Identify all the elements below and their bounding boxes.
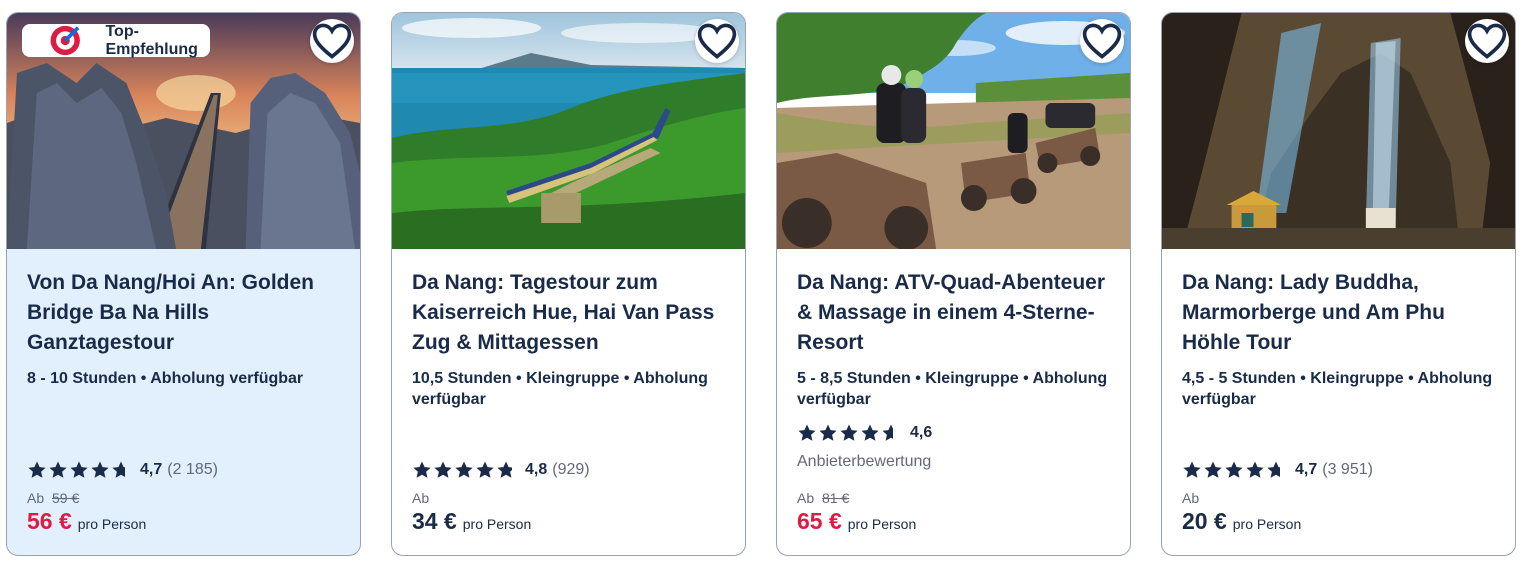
activity-meta: 8 - 10 Stunden • Abholung verfügbar (27, 370, 304, 387)
price-from: Ab (412, 490, 429, 506)
activity-image-golden-bridge[interactable]: Top-Empfehlung (7, 13, 360, 249)
price-from: Ab 81 € (797, 490, 849, 506)
rating-score: 4,7 (140, 461, 163, 478)
review-count: (929) (552, 461, 590, 478)
star-icon (70, 461, 88, 478)
activity-image-hai-van-train[interactable] (392, 13, 745, 249)
star-icon (413, 461, 431, 478)
star-rating (1182, 460, 1286, 480)
star-rating (412, 460, 516, 480)
price-amount: 65 € (797, 508, 842, 534)
heart-icon (312, 23, 352, 59)
star-icon (28, 461, 46, 478)
star-icon (882, 424, 893, 441)
star-rating (797, 423, 901, 443)
rating: 4,7 (2 185) (27, 460, 218, 480)
price-per: pro Person (77, 516, 147, 532)
activity-meta: 5 - 8,5 Stunden • Kleingruppe • Abholung… (797, 370, 1108, 408)
activity-meta: 4,5 - 5 Stunden • Kleingruppe • Abholung… (1182, 370, 1493, 408)
from-label: Ab (1182, 490, 1200, 506)
activity-card[interactable]: Da Nang: Tagestour zum Kaiserreich Hue, … (391, 12, 746, 556)
wishlist-button[interactable] (695, 19, 739, 63)
badge-label: Top-Empfehlung (105, 22, 198, 58)
star-icon (434, 461, 452, 478)
price-from: Ab 59 € (27, 490, 79, 506)
price: 34 € pro Person (412, 508, 531, 535)
activity-title[interactable]: Da Nang: Tagestour zum Kaiserreich Hue, … (412, 268, 727, 358)
star-rating (27, 460, 131, 480)
activity-card[interactable]: Da Nang: Lady Buddha, Marmorberge und Am… (1161, 12, 1516, 556)
star-icon (112, 461, 125, 478)
star-icon (476, 461, 494, 478)
activity-card[interactable]: Top-Empfehlung Von Da Nang/Hoi An: Golde… (6, 12, 361, 556)
target-icon (50, 25, 80, 56)
price-amount: 56 € (27, 508, 72, 534)
rating-score: 4,6 (910, 424, 933, 441)
activity-card-row: Top-Empfehlung Von Da Nang/Hoi An: Golde… (0, 0, 1521, 565)
activity-title[interactable]: Von Da Nang/Hoi An: Golden Bridge Ba Na … (27, 268, 342, 358)
star-icon (819, 424, 837, 441)
activity-card[interactable]: Da Nang: ATV-Quad-Abenteuer & Massage in… (776, 12, 1131, 556)
rating-score: 4,7 (1295, 461, 1318, 478)
price: 56 € pro Person (27, 508, 146, 535)
activity-title[interactable]: Da Nang: Lady Buddha, Marmorberge und Am… (1182, 268, 1497, 358)
wishlist-button[interactable] (1465, 19, 1509, 63)
star-icon (1183, 461, 1201, 478)
provider-rating-label: Anbieterbewertung (797, 453, 932, 470)
star-icon (49, 461, 67, 478)
heart-icon (1467, 23, 1507, 59)
price-amount: 20 € (1182, 508, 1227, 534)
price-per: pro Person (847, 516, 917, 532)
review-count: (3 951) (1322, 461, 1373, 478)
rating: 4,6 (797, 423, 932, 443)
heart-icon (697, 23, 737, 59)
star-icon (798, 424, 816, 441)
wishlist-button[interactable] (310, 19, 354, 63)
star-icon (91, 461, 109, 478)
price-per: pro Person (1232, 516, 1302, 532)
star-icon (1267, 461, 1280, 478)
price-from: Ab (1182, 490, 1199, 506)
original-price: 81 € (822, 490, 850, 506)
rating: 4,8 (929) (412, 460, 590, 480)
activity-image-atv-quad[interactable] (777, 13, 1130, 249)
activity-meta: 10,5 Stunden • Kleingruppe • Abholung ve… (412, 370, 708, 408)
price: 20 € pro Person (1182, 508, 1301, 535)
activity-title[interactable]: Da Nang: ATV-Quad-Abenteuer & Massage in… (797, 268, 1112, 358)
price-per: pro Person (462, 516, 532, 532)
star-icon (455, 461, 473, 478)
star-icon (1246, 461, 1264, 478)
rating-score: 4,8 (525, 461, 548, 478)
price: 65 € pro Person (797, 508, 916, 535)
review-count: (2 185) (167, 461, 218, 478)
star-icon (1204, 461, 1222, 478)
star-icon (497, 461, 512, 478)
activity-image-am-phu-cave[interactable] (1162, 13, 1515, 249)
star-icon (840, 424, 858, 441)
heart-icon (1082, 23, 1122, 59)
price-amount: 34 € (412, 508, 457, 534)
rating: 4,7 (3 951) (1182, 460, 1373, 480)
top-recommendation-badge: Top-Empfehlung (22, 22, 210, 58)
from-label: Ab (412, 490, 430, 506)
star-icon (861, 424, 879, 441)
original-price: 59 € (52, 490, 80, 506)
wishlist-button[interactable] (1080, 19, 1124, 63)
from-label: Ab (797, 490, 815, 506)
from-label: Ab (27, 490, 45, 506)
star-icon (1225, 461, 1243, 478)
